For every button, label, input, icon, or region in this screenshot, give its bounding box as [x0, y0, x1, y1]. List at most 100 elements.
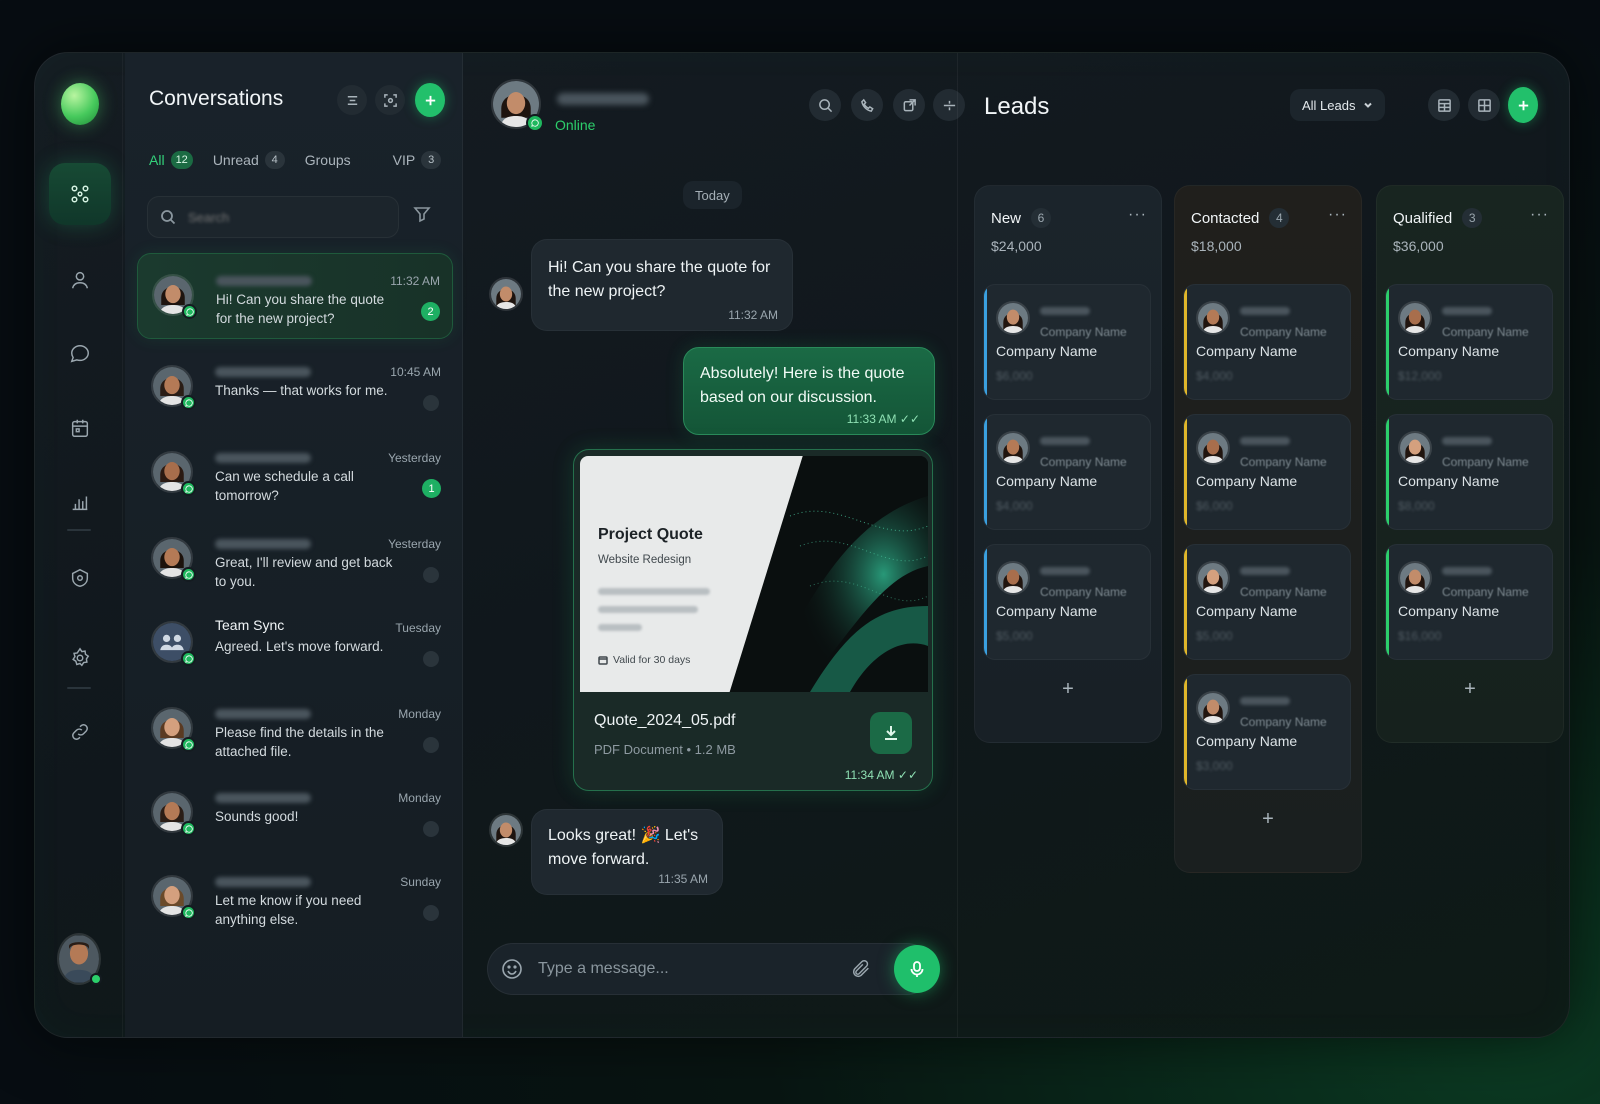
message-avatar [489, 277, 523, 311]
lead-amount: $6,000 [1196, 499, 1233, 513]
lead-company: Company Name [996, 603, 1098, 619]
lead-name-redacted [1240, 437, 1290, 445]
plus-icon [425, 95, 435, 105]
conversation-item[interactable]: Thanks — that works for me. 10:45 AM [137, 345, 453, 431]
lead-name-redacted [1442, 307, 1492, 315]
file-time-text: 11:34 AM [844, 768, 895, 782]
leads-filter-dropdown[interactable]: All Leads [1290, 89, 1386, 121]
file-attachment-card[interactable]: Project Quote Website Redesign Valid for… [573, 449, 933, 791]
attach-button[interactable] [850, 958, 872, 985]
compact-view-button[interactable] [337, 85, 367, 115]
rail-analytics-button[interactable] [49, 471, 111, 533]
lead-card[interactable]: Company Name Company Name $12,000 [1385, 284, 1553, 400]
lead-card[interactable]: Company Name Company Name $4,000 [1183, 284, 1351, 400]
rail-apps-button[interactable] [49, 163, 111, 225]
column-name: Contacted [1191, 209, 1260, 227]
column-total: $24,000 [991, 238, 1042, 254]
lead-company-small: Company Name [1442, 585, 1529, 599]
shield-icon [71, 568, 89, 588]
conversation-item[interactable]: Sounds good! Monday [137, 771, 453, 857]
funnel-icon [413, 207, 431, 223]
conversation-preview: Agreed. Let's move forward. [215, 639, 384, 654]
current-user-avatar[interactable] [57, 933, 102, 985]
conversation-name-redacted [215, 453, 311, 463]
tab-unread[interactable]: Unread 4 [213, 151, 285, 169]
lead-card[interactable]: Company Name Company Name $16,000 [1385, 544, 1553, 660]
stage-accent-bar [984, 547, 987, 657]
layout-view-button[interactable] [1468, 89, 1500, 121]
read-receipt-icon: ✓✓ [899, 412, 920, 426]
tab-groups[interactable]: Groups [305, 151, 351, 169]
column-count: 4 [1269, 208, 1290, 228]
lead-company: Company Name [996, 343, 1098, 359]
scan-button[interactable] [375, 85, 405, 115]
lead-name-redacted [1040, 307, 1090, 315]
call-button[interactable] [851, 89, 883, 121]
unread-badge: 2 [421, 302, 440, 321]
rail-contacts-button[interactable] [49, 249, 111, 311]
message-time: 11:32 AM [728, 308, 778, 322]
tab-vip[interactable]: VIP 3 [393, 151, 442, 169]
conversation-item[interactable]: Great, I'll review and get back to you. … [137, 517, 453, 603]
voice-message-button[interactable] [894, 943, 940, 995]
lead-card[interactable]: Company Name Company Name $4,000 [983, 414, 1151, 530]
add-lead-button[interactable] [1508, 87, 1538, 123]
column-name: New [991, 209, 1022, 227]
conversation-time: 10:45 AM [390, 365, 441, 379]
rail-chats-button[interactable] [49, 323, 111, 385]
contact-avatar [151, 537, 196, 582]
rail-settings-button[interactable] [49, 627, 111, 689]
contact-avatar[interactable] [491, 79, 544, 132]
calendar-icon [598, 656, 608, 665]
lead-card[interactable]: Company Name Company Name $5,000 [1183, 544, 1351, 660]
lead-card[interactable]: Company Name Company Name $6,000 [983, 284, 1151, 400]
tab-label: All [149, 152, 165, 168]
conversation-time: Sunday [400, 875, 441, 889]
lead-company-small: Company Name [1040, 325, 1127, 339]
column-menu-button[interactable]: ··· [1128, 206, 1147, 224]
lead-card[interactable]: Company Name Company Name $6,000 [1183, 414, 1351, 530]
lead-company: Company Name [1398, 343, 1500, 359]
board-view-button[interactable] [1428, 89, 1460, 121]
chat-search-button[interactable] [809, 89, 841, 121]
tab-all[interactable]: All 12 [149, 151, 193, 169]
search-input[interactable] [188, 209, 368, 225]
add-card-button[interactable]: + [975, 678, 1161, 701]
conversation-item[interactable]: Can we schedule a call tomorrow? Yesterd… [137, 431, 453, 517]
leads-title: Leads [984, 93, 1050, 120]
conversation-item[interactable]: Hi! Can you share the quote for the new … [137, 253, 453, 339]
search-icon [818, 98, 832, 112]
rail-security-button[interactable] [49, 547, 111, 609]
lead-card[interactable]: Company Name Company Name $5,000 [983, 544, 1151, 660]
message-input[interactable] [538, 960, 828, 978]
lead-card[interactable]: Company Name Company Name $3,000 [1183, 674, 1351, 790]
column-menu-button[interactable]: ··· [1328, 206, 1347, 224]
lead-name-redacted [1040, 437, 1090, 445]
message-time: 11:33 AM ✓✓ [847, 412, 920, 426]
add-card-button[interactable]: + [1377, 678, 1563, 701]
rail-calendar-button[interactable] [49, 397, 111, 459]
filter-button[interactable] [413, 205, 431, 228]
emoji-button[interactable] [500, 957, 524, 981]
tab-count-badge: 3 [421, 151, 442, 169]
logo [61, 83, 99, 125]
tab-label: VIP [392, 152, 416, 168]
lead-amount: $3,000 [1196, 759, 1233, 773]
rail-integrations-button[interactable] [49, 701, 111, 763]
message-composer [487, 943, 940, 995]
conversation-item[interactable]: Team Sync Agreed. Let's move forward. Tu… [137, 601, 453, 687]
column-menu-button[interactable]: ··· [1530, 206, 1549, 224]
conversation-name-redacted [216, 276, 312, 286]
lead-avatar [996, 561, 1030, 595]
lead-card[interactable]: Company Name Company Name $8,000 [1385, 414, 1553, 530]
conversation-item[interactable]: Let me know if you need anything else. S… [137, 855, 453, 941]
new-conversation-button[interactable] [415, 83, 445, 117]
conversation-item[interactable]: Please find the details in the attached … [137, 687, 453, 773]
lead-amount: $16,000 [1398, 629, 1442, 643]
share-button[interactable] [893, 89, 925, 121]
add-card-button[interactable]: + [1175, 808, 1361, 831]
lead-company: Company Name [1398, 603, 1500, 619]
download-button[interactable] [870, 712, 912, 754]
conversation-time: Tuesday [395, 621, 441, 635]
read-receipt-icon: ✓✓ [897, 768, 918, 782]
